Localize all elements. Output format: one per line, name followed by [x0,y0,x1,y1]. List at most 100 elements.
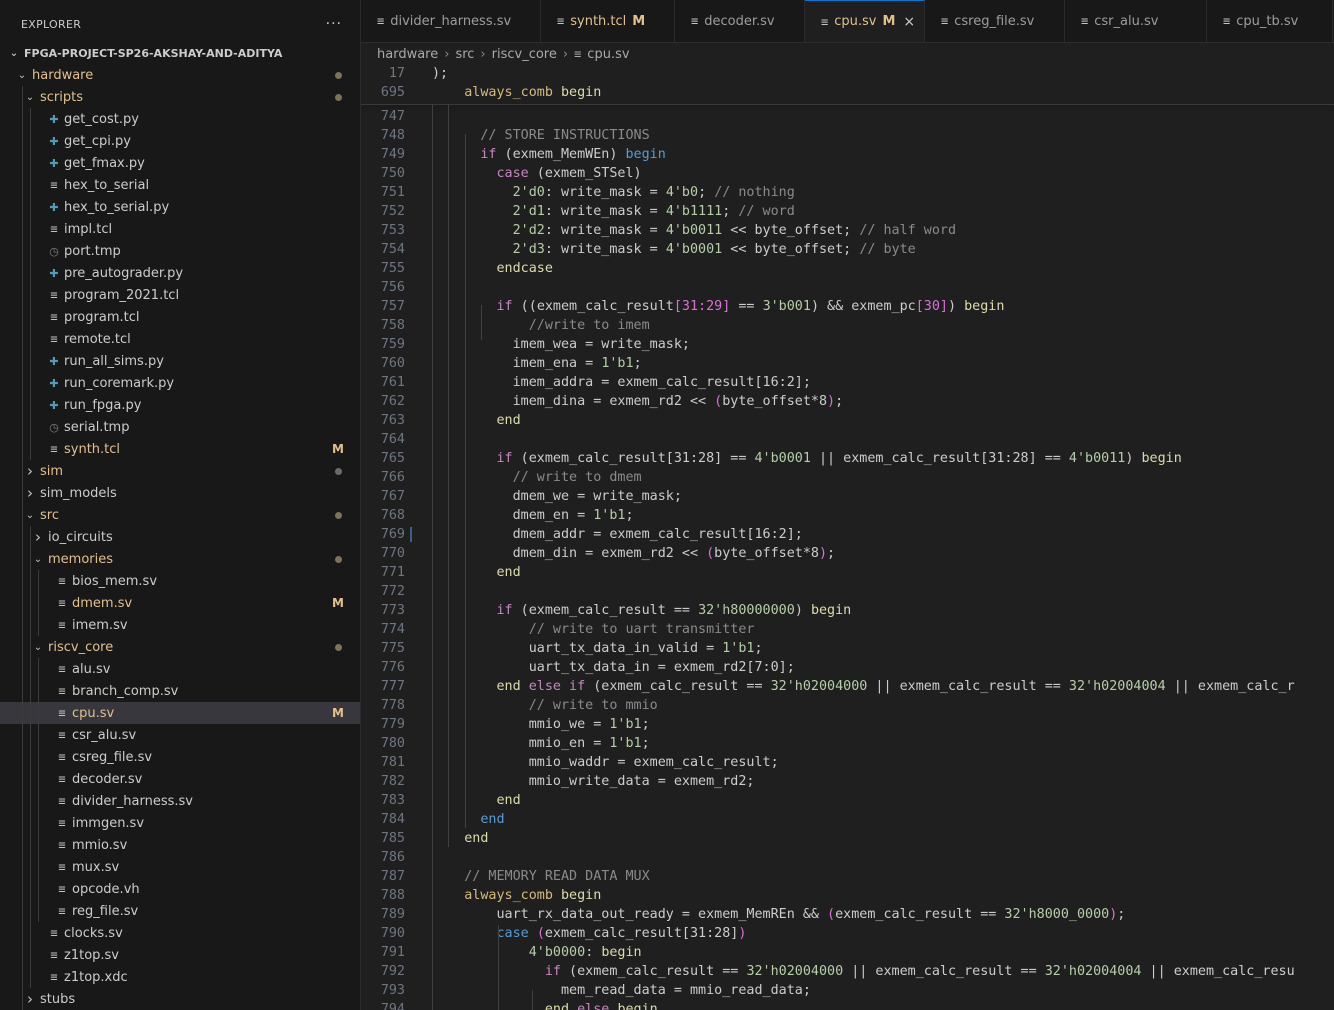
code-line[interactable]: 780 mmio_en = 1'b1; [361,734,1334,753]
file-row[interactable]: ◷ port.tmp [0,240,360,262]
file-row[interactable]: ≡ imem.sv [0,614,360,636]
code-line[interactable]: 764 [361,430,1334,449]
file-row[interactable]: ≡ reg_file.sv [0,900,360,922]
file-row[interactable]: ≡ z1top.sv [0,944,360,966]
code-line[interactable]: 760 imem_ena = 1'b1; [361,354,1334,373]
tab-decoder-sv[interactable]: ≡ decoder.sv [675,0,805,42]
tab-cpu-tb-sv[interactable]: ≡ cpu_tb.sv [1207,0,1333,42]
file-row[interactable]: ✚ run_all_sims.py [0,350,360,372]
code-line[interactable]: 794 end else begin [361,1000,1334,1010]
tab-divider-harness-sv[interactable]: ≡ divider_harness.sv [361,0,541,42]
tab-csr-alu-sv[interactable]: ≡ csr_alu.sv [1065,0,1207,42]
code-line[interactable]: 752 2'd1: write_mask = 4'b1111; // word [361,202,1334,221]
file-row[interactable]: ≡ clocks.sv [0,922,360,944]
code-line[interactable]: 791 4'b0000: begin [361,943,1334,962]
file-row[interactable]: ≡ immgen.sv [0,812,360,834]
code-line[interactable]: 695 always_comb begin [361,83,1334,102]
code-line[interactable]: 757 if ((exmem_calc_result[31:29] == 3'b… [361,297,1334,316]
code-line[interactable]: 787 // MEMORY READ DATA MUX [361,867,1334,886]
code-line[interactable]: 767 dmem_we = write_mask; [361,487,1334,506]
code-line[interactable]: 782 mmio_write_data = exmem_rd2; [361,772,1334,791]
code-line[interactable]: 759 imem_wea = write_mask; [361,335,1334,354]
file-row[interactable]: ≡ program_2021.tcl [0,284,360,306]
chevron-down-icon[interactable]: ⌄ [32,642,44,653]
code-line[interactable]: 756 [361,278,1334,297]
file-row[interactable]: ≡ mmio.sv [0,834,360,856]
code-line[interactable]: 793 mem_read_data = mmio_read_data; [361,981,1334,1000]
code-line[interactable]: 778 // write to mmio [361,696,1334,715]
code-line[interactable]: 758 //write to imem [361,316,1334,335]
tab-cpu-sv[interactable]: ≡ cpu.sv M × [805,0,925,42]
file-row[interactable]: ≡ bios_mem.sv [0,570,360,592]
code-line[interactable]: 774 // write to uart transmitter [361,620,1334,639]
folder-row[interactable]: › sim [0,460,360,482]
chevron-right-icon[interactable]: › [32,528,44,546]
chevron-down-icon[interactable]: ⌄ [24,92,36,103]
code-line[interactable]: 749 if (exmem_MemWEn) begin [361,145,1334,164]
file-row[interactable]: ≡ mux.sv [0,856,360,878]
file-row[interactable]: ✚ pre_autograder.py [0,262,360,284]
file-row[interactable]: ≡ synth.tcl M [0,438,360,460]
chevron-right-icon[interactable]: › [24,462,36,480]
file-row[interactable]: ≡ impl.tcl [0,218,360,240]
file-row[interactable]: ≡ hex_to_serial [0,174,360,196]
folder-row[interactable]: › stubs [0,988,360,1010]
folder-row[interactable]: ⌄ riscv_core [0,636,360,658]
code-line[interactable]: 761 imem_addra = exmem_calc_result[16:2]… [361,373,1334,392]
breadcrumb-item[interactable]: riscv_core [492,47,557,62]
folder-row[interactable]: ⌄ FPGA-PROJECT-SP26-AKSHAY-AND-ADITYA [0,42,360,64]
code-editor[interactable]: 17); 695 always_comb begin 747 748 // STORE… [361,64,1334,1010]
folder-row[interactable]: ⌄ scripts [0,86,360,108]
code-line[interactable]: 779 mmio_we = 1'b1; [361,715,1334,734]
code-line[interactable]: 751 2'd0: write_mask = 4'b0; // nothing [361,183,1334,202]
code-line[interactable]: 750 case (exmem_STSel) [361,164,1334,183]
code-line[interactable]: 775 uart_tx_data_in_valid = 1'b1; [361,639,1334,658]
file-row[interactable]: ≡ csr_alu.sv [0,724,360,746]
chevron-down-icon[interactable]: ⌄ [8,48,20,59]
code-line[interactable]: 784 end [361,810,1334,829]
file-row[interactable]: ≡ branch_comp.sv [0,680,360,702]
code-line[interactable]: 748 // STORE INSTRUCTIONS [361,126,1334,145]
file-row[interactable]: ≡ decoder.sv [0,768,360,790]
file-row[interactable]: ≡ cpu.sv M [0,702,360,724]
folder-row[interactable]: ⌄ hardware [0,64,360,86]
file-row[interactable]: ✚ get_fmax.py [0,152,360,174]
code-line[interactable]: 785 end [361,829,1334,848]
file-row[interactable]: ≡ divider_harness.sv [0,790,360,812]
code-line[interactable]: 753 2'd2: write_mask = 4'b0011 << byte_o… [361,221,1334,240]
file-row[interactable]: ≡ csreg_file.sv [0,746,360,768]
folder-row[interactable]: › io_circuits [0,526,360,548]
tab-csreg-file-sv[interactable]: ≡ csreg_file.sv [925,0,1065,42]
code-line[interactable]: 792 if (exmem_calc_result == 32'h0200400… [361,962,1334,981]
code-line[interactable]: 768 dmem_en = 1'b1; [361,506,1334,525]
code-line[interactable]: 776 uart_tx_data_in = exmem_rd2[7:0]; [361,658,1334,677]
code-line[interactable]: 762 imem_dina = exmem_rd2 << (byte_offse… [361,392,1334,411]
folder-row[interactable]: › sim_models [0,482,360,504]
code-line[interactable]: 781 mmio_waddr = exmem_calc_result; [361,753,1334,772]
code-line[interactable]: 777 end else if (exmem_calc_result == 32… [361,677,1334,696]
code-line[interactable]: 769 dmem_addr = exmem_calc_result[16:2]; [361,525,1334,544]
tab-synth-tcl[interactable]: ≡ synth.tcl M [541,0,675,42]
more-actions-icon[interactable]: ··· [326,16,342,32]
code-line[interactable]: 773 if (exmem_calc_result == 32'h8000000… [361,601,1334,620]
code-line[interactable]: 17); [361,64,1334,83]
file-row[interactable]: ≡ z1top.xdc [0,966,360,988]
close-icon[interactable]: × [903,14,915,30]
code-line[interactable]: 770 dmem_din = exmem_rd2 << (byte_offset… [361,544,1334,563]
code-line[interactable]: 755 endcase [361,259,1334,278]
breadcrumb-item[interactable]: src [455,47,474,62]
code-line[interactable]: 763 end [361,411,1334,430]
chevron-down-icon[interactable]: ⌄ [16,70,28,81]
code-line[interactable]: 765 if (exmem_calc_result[31:28] == 4'b0… [361,449,1334,468]
file-row[interactable]: ✚ run_coremark.py [0,372,360,394]
code-line[interactable]: 771 end [361,563,1334,582]
chevron-right-icon[interactable]: › [24,484,36,502]
code-line[interactable]: 789 uart_rx_data_out_ready = exmem_MemRE… [361,905,1334,924]
code-line[interactable]: 747 [361,107,1334,126]
code-line[interactable]: 754 2'd3: write_mask = 4'b0001 << byte_o… [361,240,1334,259]
file-row[interactable]: ≡ dmem.sv M [0,592,360,614]
file-row[interactable]: ✚ run_fpga.py [0,394,360,416]
code-line[interactable]: 766 // write to dmem [361,468,1334,487]
code-line[interactable]: 790 case (exmem_calc_result[31:28]) [361,924,1334,943]
chevron-down-icon[interactable]: ⌄ [24,510,36,521]
